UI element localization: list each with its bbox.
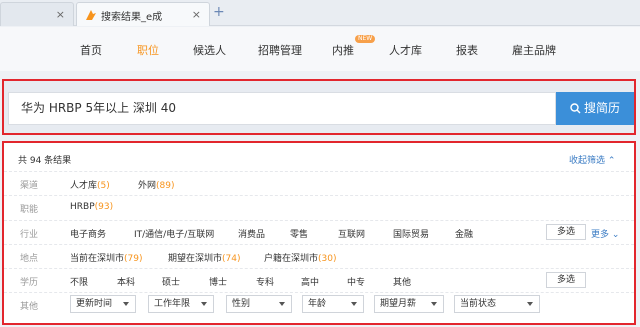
option-name: 户籍在深圳市 — [264, 254, 319, 264]
filter-option[interactable]: HRBP(93) — [70, 202, 113, 212]
more-link[interactable]: 更多 ⌄ — [591, 227, 619, 240]
search-button-label: 搜简历 — [583, 101, 620, 115]
site-logo-icon — [86, 10, 96, 20]
filter-label-industry: 行业 — [20, 230, 39, 240]
filter-label-other: 其他 — [20, 302, 39, 312]
option-count: (5) — [97, 181, 110, 191]
filter-option[interactable]: 不限 — [70, 275, 88, 288]
filter-option[interactable]: 国际贸易 — [393, 227, 429, 240]
select-value: 更新时间 — [76, 299, 113, 309]
nav-home[interactable]: 首页 — [80, 42, 102, 58]
caret-down-icon — [527, 302, 533, 306]
option-count: (74) — [222, 254, 241, 264]
filter-label-education: 学历 — [20, 278, 39, 288]
caret-down-icon — [351, 302, 357, 306]
update-time-select[interactable]: 更新时间 — [70, 295, 136, 313]
filter-option[interactable]: 本科 — [117, 275, 135, 288]
filter-option[interactable]: 金融 — [455, 227, 473, 240]
filter-option[interactable]: 高中 — [301, 275, 319, 288]
filter-row-industry: 行业 电子商务 IT/通信/电子/互联网 消费品 零售 互联网 国际贸易 金融 … — [4, 220, 634, 242]
option-name: 期望在深圳市 — [168, 254, 223, 264]
new-tab-button[interactable]: + — [213, 4, 225, 20]
filter-row-other: 其他 更新时间 工作年限 性别 年龄 期望月薪 当前状态 — [4, 292, 634, 314]
select-value: 工作年限 — [154, 299, 191, 309]
collapse-label: 收起筛选 — [569, 156, 606, 166]
nav-jobs[interactable]: 职位 — [137, 42, 159, 58]
filter-panel: 共 94 条结果 收起筛选 ⌃ 渠道 人才库(5) 外网(89) 职能 HRBP… — [2, 141, 636, 325]
search-resume-button[interactable]: 搜简历 — [556, 92, 634, 125]
more-label: 更多 — [591, 230, 610, 240]
browser-tab-previous[interactable]: × — [0, 2, 74, 26]
filter-option[interactable]: 博士 — [209, 275, 227, 288]
select-value: 年龄 — [308, 299, 327, 309]
caret-down-icon — [279, 302, 285, 306]
filter-option[interactable]: 人才库(5) — [70, 178, 110, 191]
search-section: 华为 HRBP 5年以上 深圳 40 搜简历 — [2, 79, 636, 135]
filter-row-channel: 渠道 人才库(5) 外网(89) — [4, 171, 634, 193]
nav-referral[interactable]: 内推 — [332, 42, 354, 58]
nav-talent-pool[interactable]: 人才库 — [389, 42, 422, 58]
option-name: HRBP — [70, 202, 95, 212]
search-icon — [570, 103, 581, 114]
filter-option[interactable]: 其他 — [393, 275, 411, 288]
option-count: (30) — [318, 254, 337, 264]
filter-label-function: 职能 — [20, 205, 39, 215]
nav-recruitment[interactable]: 招聘管理 — [258, 42, 302, 58]
option-count: (89) — [156, 181, 175, 191]
filter-row-education: 学历 不限 本科 硕士 博士 专科 高中 中专 其他 多选 — [4, 268, 634, 290]
filter-option[interactable]: 零售 — [290, 227, 308, 240]
age-select[interactable]: 年龄 — [302, 295, 364, 313]
browser-tab-bar: × 搜索结果_e成 × + — [0, 0, 640, 26]
filter-option[interactable]: 期望在深圳市(74) — [168, 251, 241, 264]
option-count: (79) — [124, 254, 143, 264]
option-name: 外网 — [138, 181, 157, 191]
option-name: 人才库 — [70, 181, 98, 191]
multi-select-button[interactable]: 多选 — [546, 224, 586, 240]
filter-option[interactable]: 硕士 — [162, 275, 180, 288]
site-navigation: 首页 职位 候选人 招聘管理 内推 NEW 人才库 报表 雇主品牌 — [0, 27, 640, 71]
multi-select-button[interactable]: 多选 — [546, 272, 586, 288]
caret-down-icon — [431, 302, 437, 306]
filter-row-location: 地点 当前在深圳市(79) 期望在深圳市(74) 户籍在深圳市(30) — [4, 244, 634, 266]
select-value: 期望月薪 — [380, 299, 417, 309]
filter-option[interactable]: 当前在深圳市(79) — [70, 251, 143, 264]
filter-row-function: 职能 HRBP(93) — [4, 195, 634, 217]
new-badge: NEW — [355, 35, 376, 43]
filter-label-channel: 渠道 — [20, 181, 39, 191]
filter-option[interactable]: 户籍在深圳市(30) — [264, 251, 337, 264]
collapse-filters-link[interactable]: 收起筛选 ⌃ — [569, 153, 615, 166]
current-status-select[interactable]: 当前状态 — [454, 295, 540, 313]
expected-salary-select[interactable]: 期望月薪 — [374, 295, 444, 313]
nav-candidates[interactable]: 候选人 — [193, 42, 226, 58]
search-input[interactable]: 华为 HRBP 5年以上 深圳 40 — [8, 92, 556, 125]
filter-option[interactable]: 电子商务 — [70, 227, 106, 240]
filter-option[interactable]: 互联网 — [338, 227, 365, 240]
gender-select[interactable]: 性别 — [226, 295, 292, 313]
filter-option[interactable]: 中专 — [347, 275, 365, 288]
filter-option[interactable]: 专科 — [256, 275, 274, 288]
select-value: 性别 — [232, 299, 251, 309]
caret-down-icon — [201, 302, 207, 306]
filter-label-location: 地点 — [20, 254, 39, 264]
select-value: 当前状态 — [460, 299, 497, 309]
nav-employer-brand[interactable]: 雇主品牌 — [512, 42, 556, 58]
filter-option[interactable]: 消费品 — [238, 227, 265, 240]
close-tab-icon[interactable]: × — [192, 8, 201, 21]
option-count: (93) — [94, 202, 114, 212]
filter-option[interactable]: IT/通信/电子/互联网 — [134, 227, 214, 240]
filter-option[interactable]: 外网(89) — [138, 178, 175, 191]
tab-title: 搜索结果_e成 — [101, 12, 163, 23]
work-years-select[interactable]: 工作年限 — [148, 295, 214, 313]
close-tab-icon[interactable]: × — [56, 8, 65, 21]
browser-tab-active[interactable]: 搜索结果_e成 × — [76, 2, 210, 26]
nav-reports[interactable]: 报表 — [456, 42, 478, 58]
caret-down-icon — [123, 302, 129, 306]
option-name: 当前在深圳市 — [70, 254, 125, 264]
result-count: 共 94 条结果 — [18, 156, 72, 166]
